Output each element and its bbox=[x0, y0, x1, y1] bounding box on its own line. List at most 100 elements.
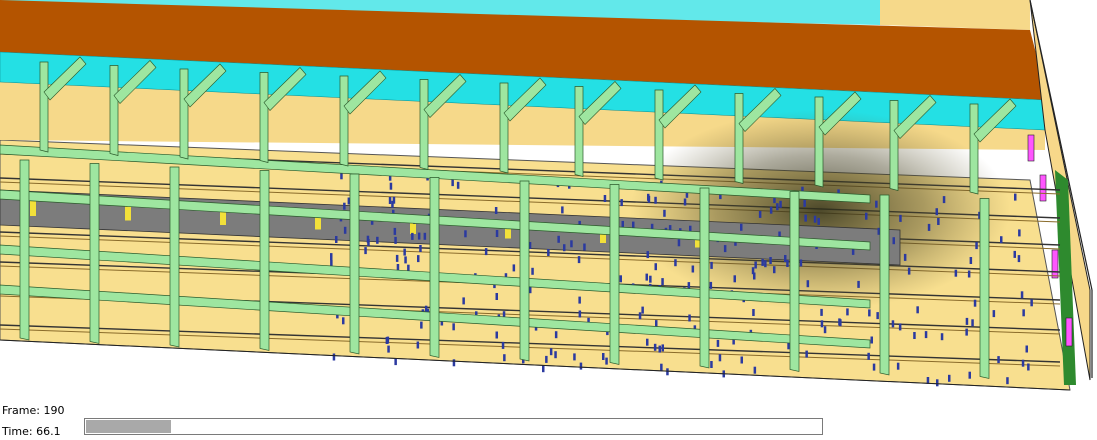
pedestrian bbox=[554, 351, 557, 359]
roof-column bbox=[39, 61, 49, 153]
ceiling-corner bbox=[880, 0, 1030, 30]
pedestrian bbox=[899, 214, 902, 222]
pedestrian bbox=[417, 232, 421, 240]
roof-column bbox=[889, 100, 899, 191]
platform-column bbox=[789, 191, 800, 372]
roof-column bbox=[574, 86, 584, 177]
pedestrian bbox=[779, 200, 782, 208]
pedestrian bbox=[710, 261, 713, 269]
pedestrian bbox=[817, 217, 820, 225]
roof-column bbox=[109, 65, 119, 156]
platform-column bbox=[609, 184, 620, 365]
pedestrian bbox=[666, 368, 669, 376]
pedestrian bbox=[1018, 229, 1021, 237]
pedestrian bbox=[948, 374, 951, 382]
playback-scrubber[interactable] bbox=[84, 418, 823, 435]
pedestrian bbox=[758, 210, 762, 218]
pedestrian bbox=[784, 255, 787, 262]
roof-column bbox=[419, 79, 429, 170]
pedestrian bbox=[542, 365, 545, 373]
platform-column bbox=[879, 194, 890, 376]
pedestrian bbox=[456, 181, 460, 189]
pedestrian bbox=[570, 240, 573, 248]
pedestrian bbox=[936, 379, 939, 387]
pedestrian bbox=[975, 242, 978, 250]
pedestrian bbox=[557, 235, 560, 243]
pedestrian bbox=[512, 264, 516, 272]
pedestrian bbox=[813, 215, 817, 223]
roof-column bbox=[259, 72, 269, 163]
pedestrian bbox=[677, 239, 681, 247]
pedestrian bbox=[846, 308, 849, 316]
pedestrian bbox=[896, 362, 900, 370]
pedestrian bbox=[563, 244, 566, 252]
pedestrian bbox=[927, 223, 931, 231]
pedestrian bbox=[867, 352, 870, 360]
pedestrian bbox=[1021, 359, 1025, 367]
pedestrian bbox=[549, 348, 553, 356]
pedestrian bbox=[1000, 236, 1003, 244]
pedestrian bbox=[868, 309, 871, 317]
pedestrian bbox=[1013, 250, 1016, 258]
pedestrian bbox=[645, 273, 648, 281]
pedestrian bbox=[965, 328, 968, 336]
pedestrian bbox=[967, 270, 971, 278]
pedestrian bbox=[417, 255, 420, 263]
pedestrian bbox=[451, 179, 454, 187]
pedestrian bbox=[638, 312, 642, 320]
pedestrian bbox=[395, 254, 399, 262]
pedestrian bbox=[683, 198, 687, 206]
pedestrian bbox=[605, 357, 608, 365]
pedestrian bbox=[416, 341, 420, 349]
pedestrian bbox=[838, 318, 841, 326]
pedestrian bbox=[752, 309, 755, 316]
pedestrian bbox=[1027, 363, 1030, 371]
pedestrian bbox=[940, 333, 944, 341]
pedestrian bbox=[898, 323, 902, 331]
pedestrian bbox=[1006, 377, 1009, 385]
pedestrian bbox=[484, 248, 488, 256]
pedestrian bbox=[663, 209, 666, 217]
pedestrian bbox=[773, 266, 776, 274]
pedestrian bbox=[935, 208, 938, 216]
pedestrian bbox=[647, 195, 651, 203]
pedestrian bbox=[876, 312, 879, 320]
roof-column bbox=[339, 75, 349, 167]
pedestrian bbox=[761, 258, 764, 266]
pedestrian bbox=[646, 338, 649, 346]
pedestrian bbox=[579, 362, 583, 370]
pedestrian bbox=[968, 371, 971, 379]
pedestrian bbox=[561, 206, 564, 214]
pedestrian bbox=[547, 249, 550, 256]
simulation-viewport[interactable] bbox=[0, 0, 1097, 392]
frame-counter: Frame: 190 bbox=[2, 404, 64, 417]
pedestrian bbox=[646, 251, 649, 259]
platform-column bbox=[979, 198, 990, 379]
roof-column bbox=[654, 89, 664, 181]
time-label: Time: bbox=[2, 425, 33, 438]
pedestrian bbox=[786, 260, 789, 267]
pedestrian bbox=[411, 232, 414, 240]
train-door bbox=[30, 200, 36, 216]
frame-value: 190 bbox=[43, 404, 65, 417]
pedestrian bbox=[503, 354, 506, 362]
pedestrian bbox=[394, 236, 397, 244]
pedestrian bbox=[1014, 193, 1017, 201]
pedestrian bbox=[806, 280, 810, 288]
platform-column bbox=[519, 180, 530, 362]
pedestrian bbox=[723, 245, 727, 253]
pedestrian bbox=[907, 267, 911, 275]
pedestrian bbox=[937, 218, 940, 225]
exit-door bbox=[1027, 134, 1035, 162]
pedestrian bbox=[687, 282, 691, 290]
pedestrian bbox=[992, 310, 996, 318]
pedestrian bbox=[903, 253, 907, 261]
pedestrian bbox=[495, 331, 498, 339]
frame-label: Frame: bbox=[2, 404, 40, 417]
pedestrian bbox=[916, 306, 919, 314]
pedestrian bbox=[661, 344, 664, 352]
pedestrian bbox=[1030, 299, 1033, 307]
pedestrian bbox=[803, 199, 806, 207]
pedestrian bbox=[619, 275, 622, 283]
pedestrian bbox=[965, 317, 969, 325]
